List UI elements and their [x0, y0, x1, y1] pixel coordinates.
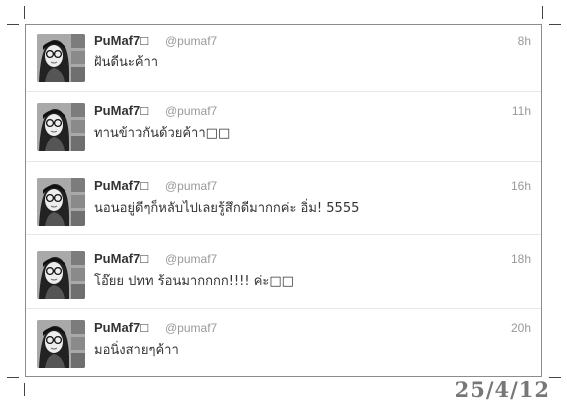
- tweet-text: นอนอยู่ดีๆก็หลับไปเลยรู้สึกดีมากกค่ะ อิ่…: [94, 201, 360, 216]
- tweet-item[interactable]: PuMaf7□ @pumaf7 20h มอนิ่งสายๆค้าา: [26, 309, 541, 377]
- user-handle[interactable]: @pumaf7: [165, 104, 217, 118]
- crop-mark: [542, 6, 543, 19]
- user-handle[interactable]: @pumaf7: [165, 179, 217, 193]
- avatar[interactable]: [37, 103, 85, 151]
- crop-mark: [7, 24, 19, 25]
- crop-mark: [549, 24, 561, 25]
- user-name[interactable]: PuMaf7□: [94, 103, 148, 118]
- tweet-timestamp[interactable]: 11h: [512, 104, 531, 118]
- tweet-timestamp[interactable]: 20h: [511, 321, 531, 335]
- tweet-text: โอ๊ยย ปทท ร้อนมากกกก!!!! ค่ะ□□: [94, 274, 294, 289]
- avatar[interactable]: [37, 178, 85, 226]
- crop-mark: [7, 377, 19, 378]
- crop-mark: [549, 377, 561, 378]
- tweet-item[interactable]: PuMaf7□ @pumaf7 16h นอนอยู่ดีๆก็หลับไปเลยรู…: [26, 162, 541, 235]
- crop-mark: [24, 383, 25, 396]
- tweet-item[interactable]: PuMaf7□ @pumaf7 18h โอ๊ยย ปทท ร้อนมากกกก!!!…: [26, 235, 541, 309]
- date-stamp: 25/4/12: [454, 377, 550, 402]
- tweet-text: ทานข้าวกันด้วยค้าา□□: [94, 126, 231, 141]
- tweet-text: ฝันดีนะค้าา: [94, 55, 159, 70]
- user-handle[interactable]: @pumaf7: [165, 34, 217, 48]
- tweet-text: มอนิ่งสายๆค้าา: [94, 343, 179, 358]
- user-name[interactable]: PuMaf7□: [94, 33, 148, 48]
- user-name[interactable]: PuMaf7□: [94, 320, 148, 335]
- user-name[interactable]: PuMaf7□: [94, 178, 148, 193]
- tweet-timeline: PuMaf7□ @pumaf7 8h ฝันดีนะค้าา PuMaf7□ @pumaf…: [25, 24, 542, 377]
- tweet-timestamp[interactable]: 16h: [511, 179, 531, 193]
- avatar[interactable]: [37, 34, 85, 82]
- user-name[interactable]: PuMaf7□: [94, 251, 148, 266]
- avatar[interactable]: [37, 251, 85, 299]
- tweet-item[interactable]: PuMaf7□ @pumaf7 11h ทานข้าวกันด้วยค้าา□□: [26, 92, 541, 162]
- crop-mark: [24, 6, 25, 19]
- tweet-timestamp[interactable]: 8h: [518, 34, 531, 48]
- avatar[interactable]: [37, 320, 85, 368]
- user-handle[interactable]: @pumaf7: [165, 252, 217, 266]
- user-handle[interactable]: @pumaf7: [165, 321, 217, 335]
- tweet-timestamp[interactable]: 18h: [511, 252, 531, 266]
- tweet-item[interactable]: PuMaf7□ @pumaf7 8h ฝันดีนะค้าา: [26, 25, 541, 92]
